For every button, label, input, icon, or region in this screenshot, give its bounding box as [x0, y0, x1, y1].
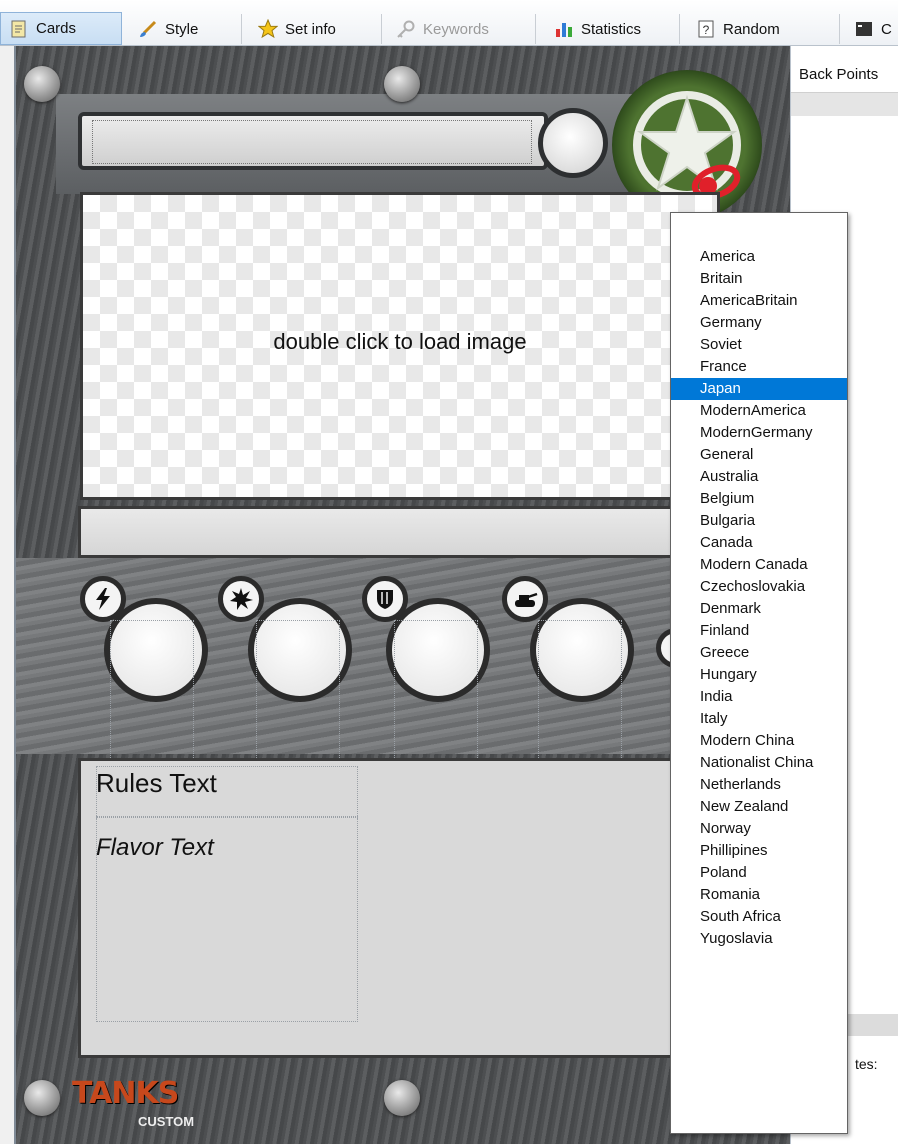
image-placeholder-text: double click to load image [273, 329, 527, 354]
text-box-divider [96, 816, 358, 818]
dropdown-option[interactable]: Modern China [671, 730, 847, 752]
dropdown-option[interactable]: Denmark [671, 598, 847, 620]
dropdown-option[interactable]: Australia [671, 466, 847, 488]
tab-console-label: C [881, 20, 892, 38]
tab-keywords-label: Keywords [423, 20, 489, 38]
dropdown-option[interactable]: Greece [671, 642, 847, 664]
dropdown-option[interactable]: Soviet [671, 334, 847, 356]
dropdown-option[interactable]: France [671, 356, 847, 378]
dropdown-option[interactable]: Norway [671, 818, 847, 840]
dropdown-option[interactable]: Romania [671, 884, 847, 906]
dropdown-option[interactable]: Finland [671, 620, 847, 642]
dropdown-option[interactable]: Bulgaria [671, 510, 847, 532]
bolt-top-center [384, 66, 420, 102]
dropdown-option[interactable]: Germany [671, 312, 847, 334]
stat-box-1 [110, 620, 194, 778]
tab-random-label: Random [723, 20, 780, 38]
dropdown-option[interactable]: General [671, 444, 847, 466]
tab-set-info-label: Set info [285, 20, 336, 38]
cards-icon [9, 19, 29, 39]
question-icon: ? [696, 19, 716, 39]
brush-icon [138, 19, 158, 39]
tab-statistics-label: Statistics [581, 20, 642, 38]
tab-console[interactable]: C [846, 14, 898, 44]
dropdown-option[interactable]: Modern Canada [671, 554, 847, 576]
type-line-field[interactable] [78, 506, 718, 558]
panel-header-row[interactable] [791, 92, 898, 116]
explosion-icon [218, 576, 264, 622]
dropdown-option[interactable]: Yugoslavia [671, 928, 847, 950]
star-icon [257, 18, 279, 39]
bar-chart-icon [554, 19, 574, 39]
bolt-bottom-center [384, 1080, 420, 1116]
rules-text[interactable]: Rules Text [96, 768, 217, 799]
stat-box-2 [256, 620, 340, 778]
tab-statistics[interactable]: Statistics [546, 14, 680, 44]
svg-text:?: ? [703, 23, 710, 37]
dropdown-option[interactable]: Nationalist China [671, 752, 847, 774]
image-area[interactable]: double click to load image [80, 192, 720, 500]
rules-text-box [96, 766, 358, 1022]
tank-icon [502, 576, 548, 622]
stat-box-3 [394, 620, 478, 778]
dropdown-option[interactable]: Japan [671, 378, 847, 400]
dropdown-option[interactable]: Hungary [671, 664, 847, 686]
dropdown-option[interactable]: South Africa [671, 906, 847, 928]
tab-random[interactable]: ? Random [688, 14, 840, 44]
cost-field[interactable] [538, 108, 608, 178]
stat-box-4 [538, 620, 622, 778]
dropdown-option[interactable]: ModernAmerica [671, 400, 847, 422]
dropdown-option[interactable]: Phillipines [671, 840, 847, 862]
dropdown-option[interactable]: Netherlands [671, 774, 847, 796]
dropdown-option[interactable]: New Zealand [671, 796, 847, 818]
bolt-bottom-left [24, 1080, 60, 1116]
nation-dropdown-list[interactable]: America Britain AmericaBritain Germany Sovie… [670, 212, 848, 1134]
card-name-box [92, 120, 532, 164]
dropdown-option[interactable]: Czechoslovakia [671, 576, 847, 598]
dropdown-option[interactable]: AmericaBritain [671, 290, 847, 312]
dropdown-option[interactable]: Italy [671, 708, 847, 730]
tab-style[interactable]: Style [130, 14, 242, 44]
dropdown-option[interactable]: Canada [671, 532, 847, 554]
tab-set-info[interactable]: Set info [250, 14, 382, 44]
dropdown-option[interactable]: Britain [671, 268, 847, 290]
dropdown-option[interactable]: ModernGermany [671, 422, 847, 444]
tanks-logo: TANKS [72, 1076, 179, 1111]
tanks-logo-sub: CUSTOM [138, 1114, 195, 1129]
flavor-text[interactable]: Flavor Text [96, 834, 214, 862]
tab-cards[interactable]: Cards [0, 12, 122, 45]
panel-header-label: Back Points [799, 66, 879, 83]
tab-style-label: Style [165, 20, 199, 38]
dropdown-option[interactable]: America [671, 246, 847, 268]
dropdown-option[interactable]: India [671, 686, 847, 708]
key-icon [396, 19, 416, 39]
dropdown-option[interactable]: Poland [671, 862, 847, 884]
console-icon [854, 19, 874, 39]
dropdown-option[interactable]: Belgium [671, 488, 847, 510]
tab-keywords[interactable]: Keywords [388, 14, 536, 44]
bolt-top-left [24, 66, 60, 102]
toolbar: Cards Style Set info Keywords Statistics… [0, 0, 898, 46]
tab-cards-label: Cards [36, 20, 77, 37]
armor-shield-icon [362, 576, 408, 622]
notes-label: tes: [855, 1056, 878, 1072]
lightning-icon [80, 576, 126, 622]
